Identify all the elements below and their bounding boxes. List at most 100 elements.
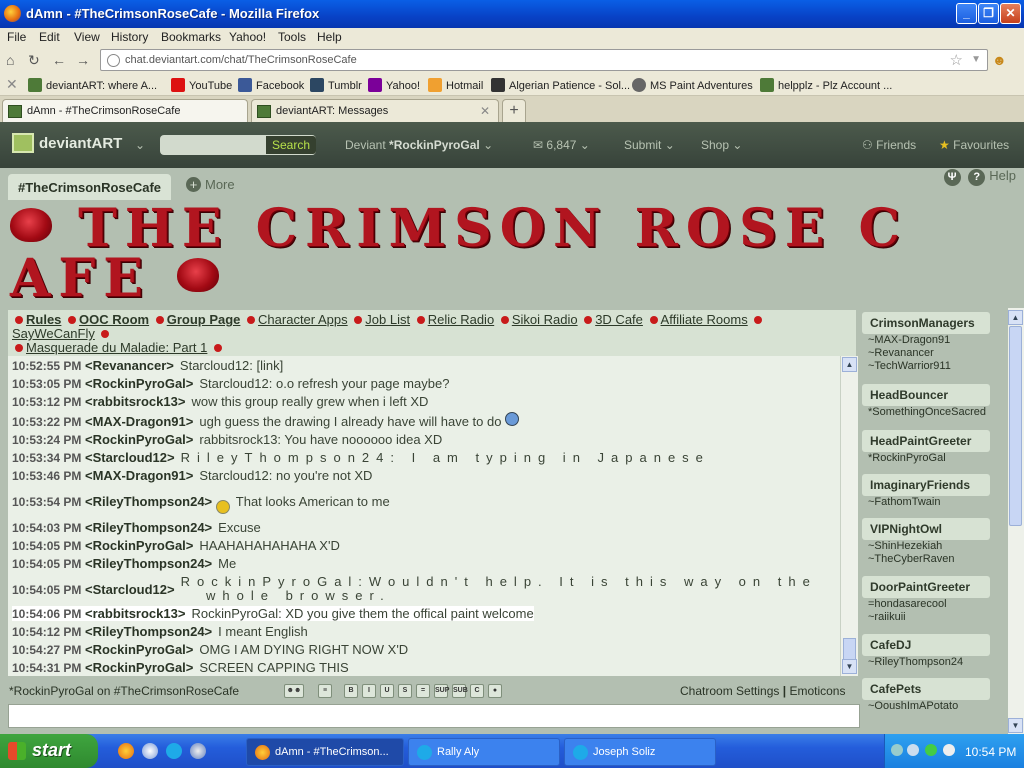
emoticons-link[interactable]: Emoticons <box>789 684 845 698</box>
superscript-button[interactable]: SUP <box>434 684 449 698</box>
bookmark-algerian-patience[interactable]: Algerian Patience - Sol... <box>491 78 630 92</box>
tray-arrow-icon[interactable] <box>891 744 903 756</box>
chevron-down-icon[interactable]: ▼ <box>971 54 981 65</box>
bookmark-deviantart[interactable]: deviantART: where A... <box>28 78 157 92</box>
member-list-scrollbar[interactable]: ▲ ▼ <box>1008 308 1024 734</box>
start-button[interactable]: start <box>0 734 98 768</box>
scroll-up-arrow-icon[interactable]: ▲ <box>842 357 857 372</box>
forward-icon[interactable]: → <box>76 52 90 68</box>
channel-banner: THE CRIMSON ROSE C AFE <box>10 203 970 308</box>
bookmark-facebook[interactable]: Facebook <box>238 78 304 92</box>
security-icon[interactable] <box>925 744 937 756</box>
scrollbar-thumb[interactable] <box>843 638 856 660</box>
skype-icon[interactable] <box>166 743 182 759</box>
menu-bookmarks[interactable]: Bookmarks <box>161 30 221 44</box>
close-button[interactable]: ✕ <box>1000 3 1021 24</box>
close-tab-icon[interactable]: ✕ <box>480 104 490 118</box>
record-button[interactable]: ● <box>488 684 502 698</box>
chat-message: 10:53:05 PM <RockinPyroGal> Starcloud12: … <box>12 376 450 391</box>
taskbar-item-chat-1[interactable]: Rally Aly <box>408 738 560 766</box>
search-button[interactable]: Search <box>266 136 316 154</box>
window-titlebar[interactable]: dAmn - #TheCrimsonRoseCafe - Mozilla Fir… <box>0 0 1024 28</box>
tab-damn-chat[interactable]: dAmn - #TheCrimsonRoseCafe <box>2 99 248 122</box>
more-tabs-button[interactable]: + More <box>186 177 235 192</box>
link-sikoi-radio[interactable]: Sikoi Radio <box>512 312 578 327</box>
strike-button[interactable]: S <box>398 684 412 698</box>
link-3d-cafe[interactable]: 3D Cafe <box>595 312 643 327</box>
message-scrollbar[interactable]: ▲ ▼ <box>840 356 858 676</box>
link-job-list[interactable]: Job List <box>365 312 410 327</box>
bookmark-hotmail[interactable]: Hotmail <box>428 78 483 92</box>
bookmark-youtube[interactable]: YouTube <box>171 78 232 92</box>
shop-menu[interactable]: Shop ⌄ <box>701 138 742 152</box>
chatroom-settings-link[interactable]: Chatroom Settings <box>680 684 779 698</box>
bookmark-ms-paint-adventures[interactable]: MS Paint Adventures <box>632 78 753 92</box>
bookmark-tumblr[interactable]: Tumblr <box>310 78 362 92</box>
scrollbar-thumb[interactable] <box>1009 326 1022 526</box>
menu-view[interactable]: View <box>74 30 100 44</box>
link-masquerade[interactable]: Masquerade du Maladie: Part 1 <box>26 340 207 355</box>
menu-tools[interactable]: Tools <box>278 30 306 44</box>
underline-button[interactable]: U <box>380 684 394 698</box>
address-bar[interactable]: chat.deviantart.com/chat/TheCrimsonRoseC… <box>100 49 988 71</box>
mspa-icon <box>632 78 646 92</box>
chat-message-input[interactable] <box>8 704 860 728</box>
maximize-button[interactable]: ❐ <box>978 3 999 24</box>
greasemonkey-icon[interactable]: ☻ <box>992 52 1007 68</box>
back-icon[interactable]: ← <box>52 52 66 68</box>
chevron-down-icon[interactable]: ⌄ <box>135 138 145 152</box>
bookmark-star-icon[interactable]: ☆ <box>950 51 963 69</box>
member-group: CrimsonManagers ~MAX-Dragon91 ~Revanancer ~… <box>862 312 1008 373</box>
menu-yahoo[interactable]: Yahoo! <box>229 30 266 44</box>
close-icon[interactable]: ✕ <box>6 76 18 93</box>
bullet-icon <box>68 316 77 324</box>
link-affiliate-rooms[interactable]: Affiliate Rooms <box>661 312 748 327</box>
menu-help[interactable]: Help <box>317 30 342 44</box>
volume-icon[interactable] <box>907 744 919 756</box>
scroll-up-arrow-icon[interactable]: ▲ <box>1008 310 1023 325</box>
italic-button[interactable]: I <box>362 684 376 698</box>
taskbar-item-firefox[interactable]: dAmn - #TheCrimson... <box>246 738 404 766</box>
wifi-icon[interactable] <box>943 744 955 756</box>
link-relic-radio[interactable]: Relic Radio <box>428 312 494 327</box>
deviantart-logo[interactable]: deviantART <box>12 133 122 153</box>
code-button[interactable]: = <box>416 684 430 698</box>
bookmark-helpplz[interactable]: helpplz - Plz Account ... <box>760 78 892 92</box>
home-icon[interactable]: ⌂ <box>6 52 14 68</box>
menu-history[interactable]: History <box>111 30 148 44</box>
reload-icon[interactable]: ↻ <box>28 52 40 69</box>
menu-edit[interactable]: Edit <box>39 30 60 44</box>
link-group-page[interactable]: Group Page <box>167 312 241 327</box>
taskbar-item-chat-2[interactable]: Joseph Soliz <box>564 738 716 766</box>
link-character-apps[interactable]: Character Apps <box>258 312 348 327</box>
emote-toggle-icon[interactable]: ☻☻ <box>284 684 304 698</box>
tab-channel[interactable]: #TheCrimsonRoseCafe <box>8 174 172 200</box>
bookmark-yahoo[interactable]: Yahoo! <box>368 78 420 92</box>
lamp-icon[interactable]: Ψ <box>943 169 961 186</box>
menu-file[interactable]: File <box>7 30 26 44</box>
new-tab-button[interactable]: + <box>502 99 526 122</box>
messages-link[interactable]: ✉ 6,847 ⌄ <box>533 138 590 152</box>
browser-icon[interactable] <box>142 743 158 759</box>
address-url[interactable]: chat.deviantart.com/chat/TheCrimsonRoseC… <box>125 54 357 66</box>
notes-icon[interactable]: ≡ <box>318 684 332 698</box>
question-icon[interactable]: ? <box>968 169 986 186</box>
itunes-icon[interactable] <box>190 743 206 759</box>
link-rules[interactable]: Rules <box>26 312 61 327</box>
subscript-button[interactable]: SUB <box>452 684 468 698</box>
friends-link[interactable]: ⚇ Friends <box>862 138 916 152</box>
link-saywecanfly[interactable]: SayWeCanFly <box>12 326 95 341</box>
deviant-user-menu[interactable]: Deviant *RockinPyroGal ⌄ <box>345 138 493 152</box>
submit-menu[interactable]: Submit ⌄ <box>624 138 675 152</box>
firefox-icon[interactable] <box>118 743 134 759</box>
help-link[interactable]: Help <box>989 168 1016 183</box>
scroll-down-arrow-icon[interactable]: ▼ <box>1008 718 1023 733</box>
favourites-link[interactable]: ★ Favourites <box>939 138 1009 152</box>
color-button[interactable]: C <box>470 684 484 698</box>
link-ooc-room[interactable]: OOC Room <box>79 312 149 327</box>
tab-messages[interactable]: deviantART: Messages ✕ <box>251 99 499 122</box>
bold-button[interactable]: B <box>344 684 358 698</box>
scroll-down-arrow-icon[interactable]: ▼ <box>842 659 857 674</box>
message-log[interactable]: 10:52:55 PM <Revanancer> Starcloud12: [li… <box>8 356 840 676</box>
minimize-button[interactable]: _ <box>956 3 977 24</box>
